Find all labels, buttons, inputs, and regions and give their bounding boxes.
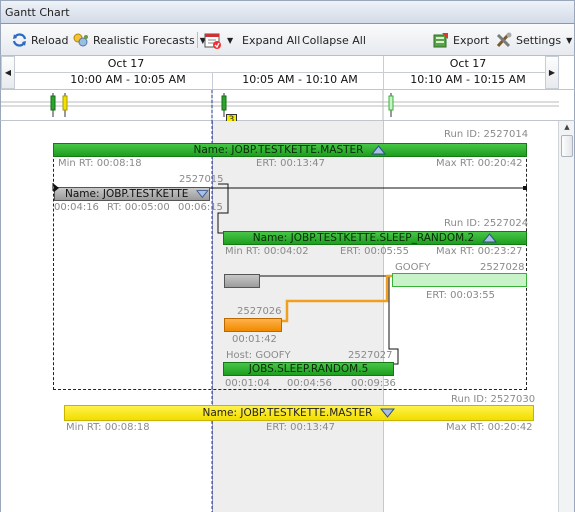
sleep5-name: JOBS.SLEEP.RANDOM.5 — [248, 363, 369, 375]
overview-strip: 3 — [0, 90, 575, 127]
master2-bar[interactable]: Name: JOBP.TESTKETTE.MASTER — [64, 405, 534, 421]
scrollbar-thumb[interactable] — [561, 135, 573, 157]
chevron-down-icon: ▼ — [566, 35, 573, 45]
job-id-label: 2527028 — [480, 262, 525, 273]
time-label: 00:01:42 — [232, 334, 277, 345]
orange-job-bar[interactable] — [224, 318, 282, 332]
end-time-label: 00:09:36 — [351, 378, 396, 389]
expand-all-button[interactable]: Expand All — [242, 31, 300, 49]
forecast-icon — [73, 33, 88, 47]
run-id-label: Run ID: 2527030 — [451, 394, 536, 405]
expand-triangle-icon[interactable] — [380, 408, 396, 418]
goofy-job-bar[interactable] — [392, 273, 527, 287]
settings-dropdown[interactable]: Settings ▼ — [495, 31, 572, 49]
sleep5-bar[interactable]: JOBS.SLEEP.RANDOM.5 — [223, 362, 394, 376]
settings-tools-icon — [496, 32, 512, 47]
reload-label: Reload — [31, 33, 69, 47]
settings-label: Settings — [516, 33, 562, 47]
run-id-label: Run ID: 2527024 — [444, 218, 529, 229]
toolbar-separator — [197, 32, 198, 48]
scroll-right-button[interactable]: ▶ — [545, 56, 559, 89]
host-label: GOOFY — [395, 262, 431, 273]
overview-graphic — [1, 90, 559, 121]
export-button[interactable]: Export — [432, 31, 489, 49]
date-label: Oct 17 — [449, 57, 487, 70]
max-rt-label: Max RT: 00:23:27 — [436, 246, 523, 257]
forecasts-label: Realistic Forecasts — [93, 33, 195, 47]
window-titlebar: Gantt Chart — [0, 0, 575, 24]
collapse-all-label: Collapse All — [302, 33, 366, 47]
realistic-forecasts-dropdown[interactable]: Realistic Forecasts ▼ — [72, 31, 206, 49]
export-label: Export — [453, 33, 490, 47]
vertical-scrollbar[interactable]: ▲ — [558, 121, 575, 512]
timeline-header: ◀ ▶ Oct 17 Oct 17 10:00 AM - 10:05 AM 10… — [0, 56, 575, 90]
start-time-label: 00:01:04 — [225, 378, 270, 389]
sleep-random-bar[interactable]: Name: JOBP.TESTKETTE.SLEEP_RANDOM.2 — [223, 231, 527, 245]
date-label: Oct 17 — [107, 57, 145, 70]
calendar-icon — [204, 33, 221, 49]
reload-icon — [12, 33, 27, 47]
reload-button[interactable]: Reload — [11, 31, 68, 49]
mid-time-label: 00:04:56 — [287, 378, 332, 389]
timeline-divider — [383, 56, 384, 72]
timeline-divider — [383, 73, 384, 89]
export-icon — [433, 32, 448, 47]
collapse-all-button[interactable]: Collapse All — [302, 31, 366, 49]
ert-label: ERT: 00:13:47 — [266, 422, 336, 433]
collapse-triangle-icon[interactable] — [482, 233, 498, 243]
scroll-left-button[interactable]: ◀ — [1, 56, 15, 89]
expand-all-label: Expand All — [242, 33, 301, 47]
job-id-label: 2527026 — [237, 306, 282, 317]
timeline-divider — [212, 73, 213, 89]
time-range-label: 10:00 AM - 10:05 AM — [70, 73, 186, 86]
calendar-filter-dropdown[interactable]: ▼ — [204, 31, 233, 49]
sleep-job-bar[interactable] — [224, 274, 260, 288]
max-rt-label: Max RT: 00:20:42 — [446, 422, 533, 433]
ert-label: ERT: 00:05:55 — [340, 246, 410, 257]
window-title: Gantt Chart — [5, 6, 70, 19]
min-rt-label: Min RT: 00:08:18 — [66, 422, 150, 433]
scroll-up-icon[interactable]: ▲ — [561, 123, 573, 133]
job-id-label: 2527027 — [348, 350, 393, 361]
time-range-label: 10:05 AM - 10:10 AM — [242, 73, 358, 86]
sleep-random-name: Name: JOBP.TESTKETTE.SLEEP_RANDOM.2 — [252, 232, 475, 244]
gantt-area: Run ID: 2527014 Name: JOBP.TESTKETTE.MAS… — [0, 121, 558, 512]
toolbar: Reload Realistic Forecasts ▼ ▼ Expand Al… — [0, 24, 575, 56]
host-label: Host: GOOFY — [226, 350, 291, 361]
chevron-down-icon: ▼ — [227, 35, 234, 45]
ert-label: ERT: 00:03:55 — [426, 290, 496, 301]
min-rt-label: Min RT: 00:04:02 — [225, 246, 309, 257]
time-range-label: 10:10 AM - 10:15 AM — [410, 73, 526, 86]
master2-name: Name: JOBP.TESTKETTE.MASTER — [202, 407, 373, 419]
